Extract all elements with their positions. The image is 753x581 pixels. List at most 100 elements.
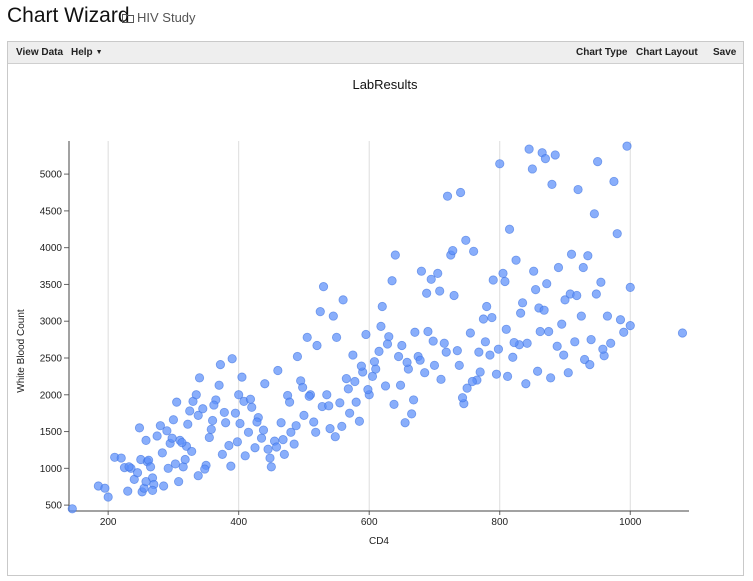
data-point [400, 418, 410, 428]
data-point [428, 336, 438, 346]
data-point [615, 315, 626, 325]
data-point [191, 390, 201, 400]
data-point [217, 449, 227, 459]
data-point [363, 385, 373, 395]
data-point [625, 282, 635, 292]
data-point [439, 338, 449, 348]
data-point [245, 394, 256, 404]
data-point [442, 191, 453, 201]
data-point [480, 337, 490, 347]
data-point [224, 440, 234, 451]
data-point [214, 380, 224, 390]
data-point [304, 391, 314, 401]
data-point [298, 382, 308, 393]
data-point [325, 424, 335, 434]
data-point [583, 251, 593, 261]
data-point [454, 360, 464, 370]
data-point [243, 427, 254, 437]
data-point [198, 404, 208, 414]
data-point [420, 368, 430, 378]
data-point [448, 246, 458, 256]
data-point [408, 395, 419, 405]
data-point [619, 327, 629, 337]
data-point [354, 416, 365, 426]
data-point [376, 321, 386, 331]
data-point [422, 288, 432, 298]
data-point [322, 390, 332, 400]
y-tick-label: 4000 [40, 243, 63, 254]
data-point [204, 432, 214, 443]
data-point [100, 483, 110, 493]
data-point [343, 384, 353, 394]
data-point [491, 369, 502, 379]
data-point [215, 360, 226, 370]
data-point [141, 435, 151, 445]
data-point [124, 462, 134, 472]
data-point [457, 393, 468, 403]
data-point [426, 274, 436, 284]
data-point [170, 459, 180, 469]
y-tick-label: 2500 [40, 353, 63, 364]
data-point [598, 344, 608, 354]
data-point [226, 461, 236, 471]
data-point [452, 346, 462, 356]
data-point [311, 427, 321, 437]
y-tick-label: 3500 [40, 280, 63, 291]
data-point [416, 266, 427, 276]
data-point [531, 284, 541, 295]
data-point [521, 379, 531, 389]
data-point [606, 338, 616, 348]
folder-icon [122, 13, 134, 23]
data-point [488, 275, 498, 285]
data-point [467, 376, 477, 387]
data-point [602, 311, 613, 321]
data-point [508, 352, 518, 362]
data-point [200, 464, 210, 474]
x-axis-label: CD4 [369, 536, 389, 547]
data-point [402, 357, 412, 368]
x-tick-label: 800 [491, 517, 508, 528]
data-point [509, 337, 519, 348]
data-point [145, 462, 156, 472]
data-point [377, 301, 387, 312]
data-point [177, 437, 187, 448]
data-point [553, 262, 564, 273]
data-point [559, 350, 569, 360]
data-point [265, 453, 275, 463]
data-point [167, 433, 177, 443]
folder-link[interactable]: HIV Study [122, 10, 196, 25]
data-point [291, 421, 301, 431]
y-tick-label: 1000 [40, 464, 63, 475]
data-point [185, 406, 195, 416]
data-point [485, 350, 495, 360]
y-tick-label: 2000 [40, 390, 63, 401]
data-point [324, 401, 334, 411]
data-point [351, 397, 361, 407]
data-point [382, 339, 393, 349]
data-point [276, 418, 286, 428]
y-tick-label: 500 [45, 501, 62, 512]
data-point [328, 311, 338, 321]
data-point [535, 326, 545, 337]
data-point [256, 433, 267, 443]
data-point [593, 156, 603, 167]
data-point [266, 462, 276, 472]
data-point [572, 290, 582, 301]
data-point [410, 327, 420, 337]
y-axis-label: White Blood Count [16, 309, 27, 393]
data-point [348, 350, 358, 360]
data-point [380, 381, 391, 391]
folder-label[interactable]: HIV Study [137, 10, 196, 25]
data-point [474, 347, 484, 357]
data-point [585, 360, 595, 370]
data-point [240, 451, 250, 461]
data-point [461, 235, 471, 245]
data-point [495, 159, 505, 169]
data-point [522, 338, 532, 348]
data-point [252, 417, 262, 427]
data-point [576, 311, 586, 321]
data-point [524, 144, 534, 154]
data-point [152, 431, 162, 441]
data-point [187, 446, 197, 457]
data-point [563, 368, 573, 378]
